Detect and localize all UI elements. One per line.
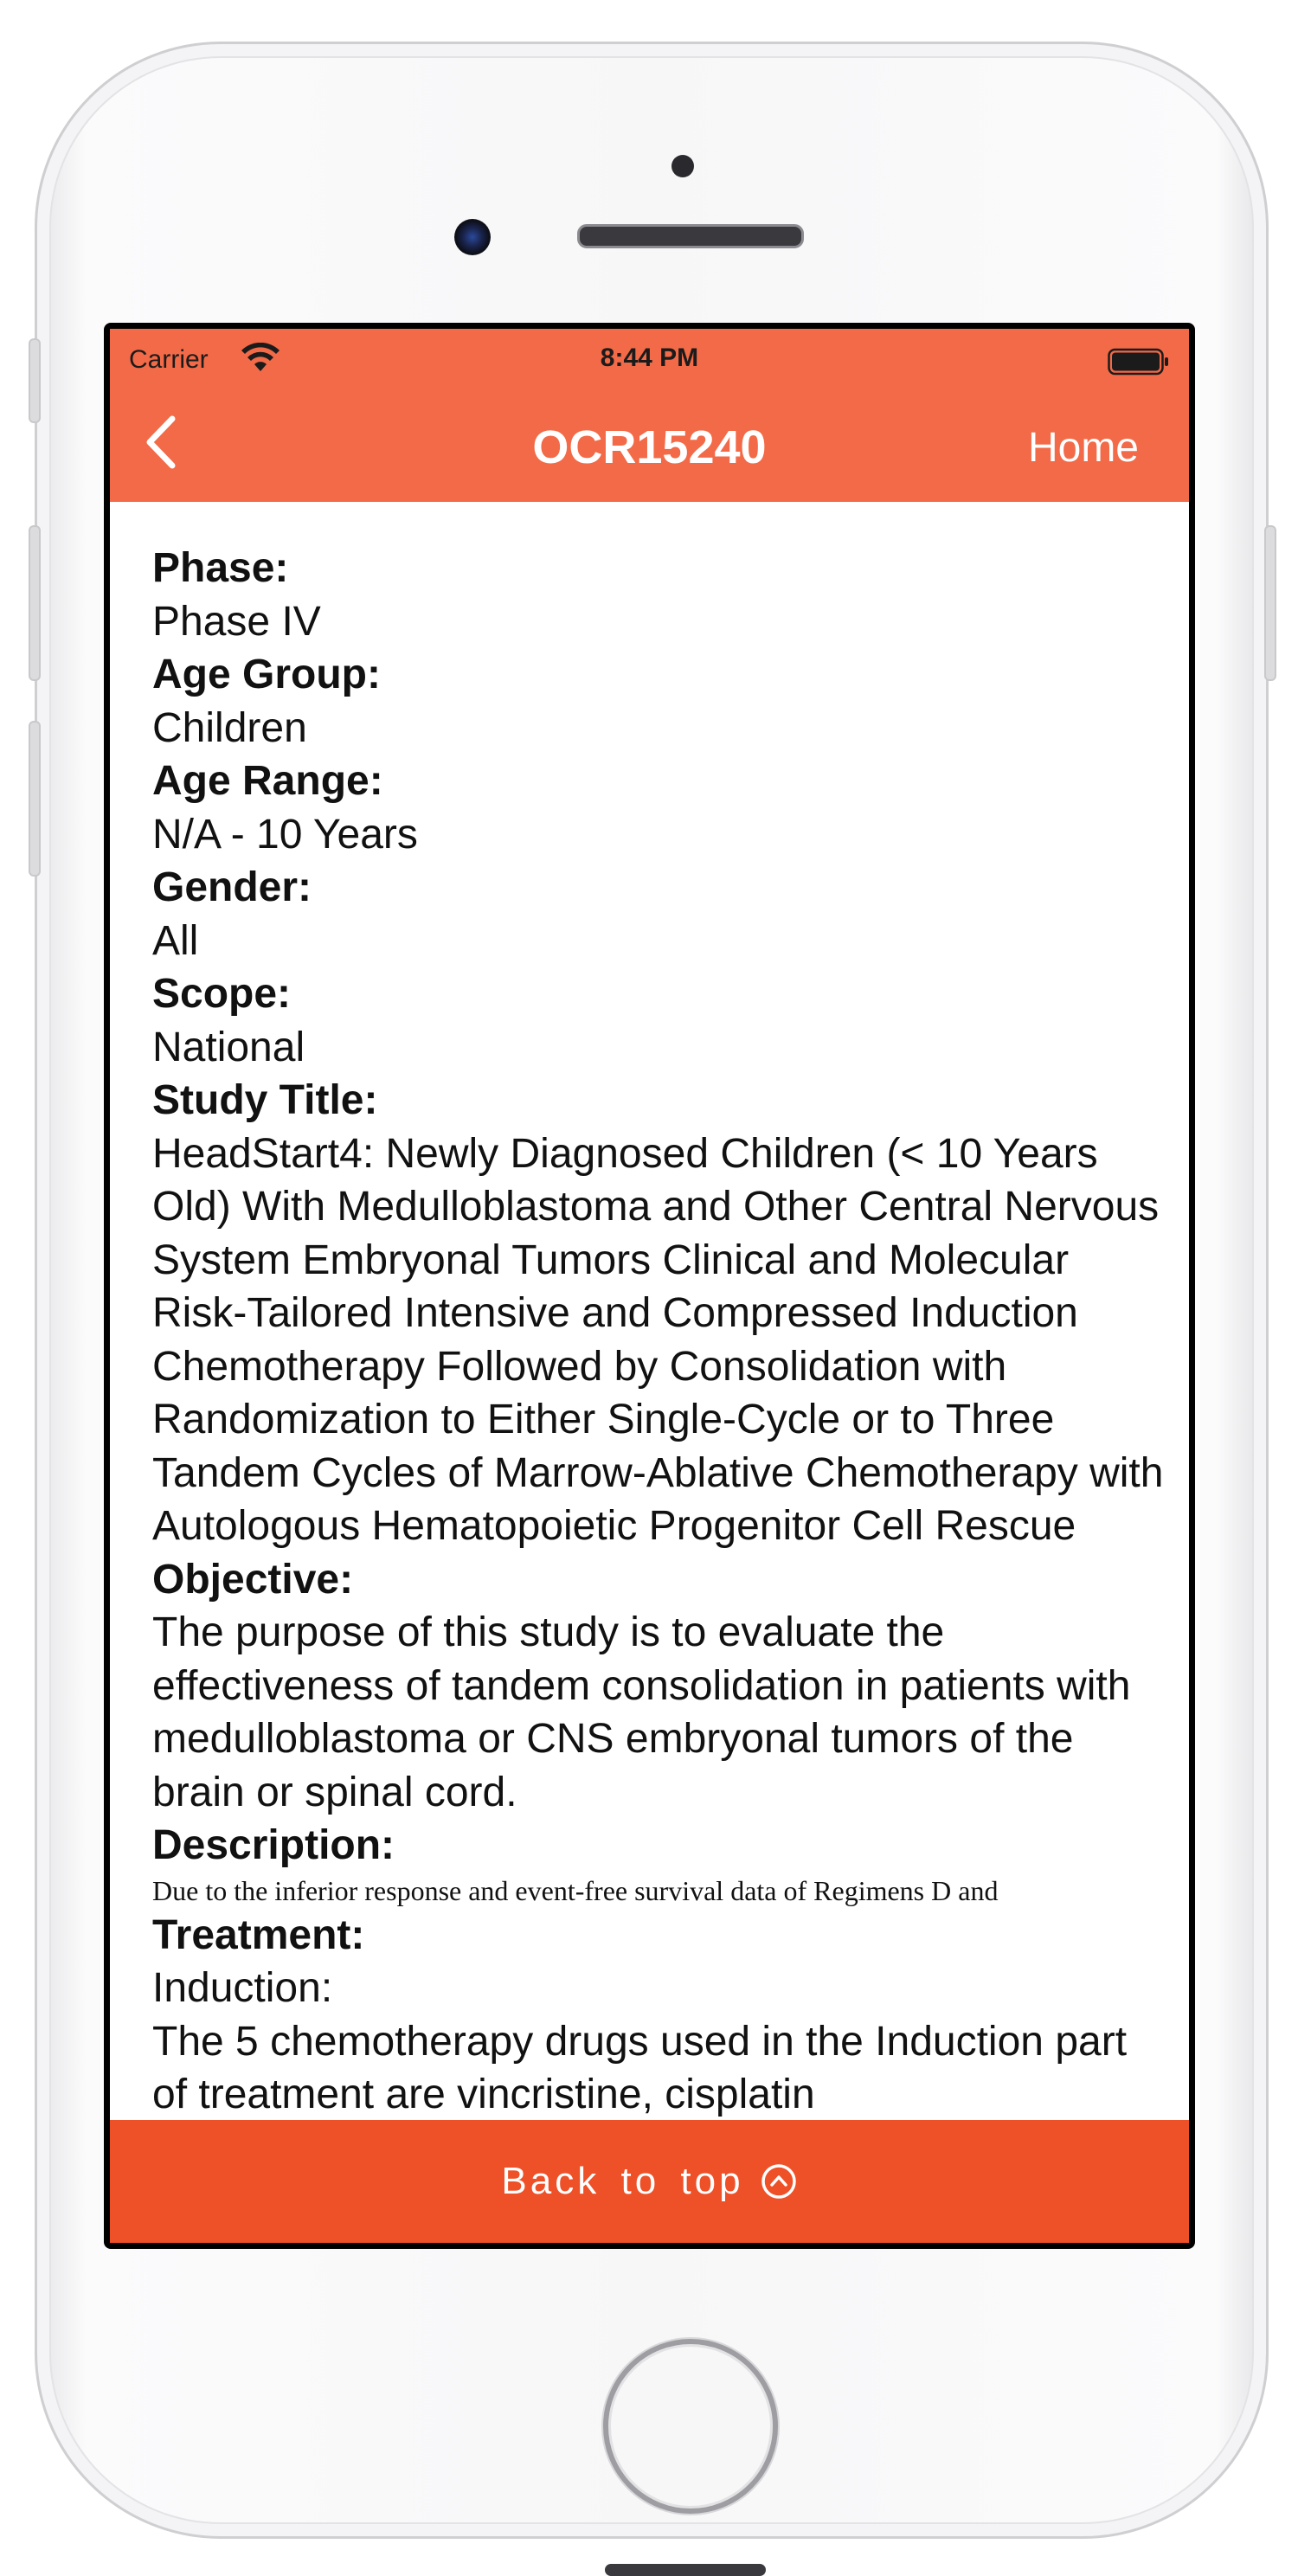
description-value: Due to the inferior response and event-f… [152, 1874, 999, 1906]
study-title-value: HeadStart4: Newly Diagnosed Children (< … [152, 1130, 1164, 1550]
scope-label: Scope: [152, 971, 292, 1017]
phase-label: Phase: [152, 545, 289, 591]
home-nav-button[interactable]: Home [1028, 424, 1139, 472]
volume-down-button [29, 721, 41, 877]
age-group-value: Children [152, 704, 307, 751]
proximity-sensor [671, 155, 694, 177]
treatment-continued-text: The 5 chemotherapy drugs used in the Ind… [152, 2018, 1128, 2118]
treatment-label: Treatment: [152, 1911, 365, 1958]
objective-label: Objective: [152, 1556, 354, 1603]
phase-value: Phase IV [152, 598, 321, 645]
study-title-label: Study Title: [152, 1077, 378, 1123]
bottom-edge [605, 2564, 766, 2576]
detail-body: Phase: Phase IV Age Group: Children Age … [152, 542, 1165, 2120]
status-time: 8:44 PM [600, 344, 699, 372]
volume-up-button [29, 525, 41, 681]
description-label: Description: [152, 1822, 395, 1868]
age-range-label: Age Range: [152, 758, 383, 804]
treatment-value: Induction: [152, 1965, 333, 2011]
back-to-top-button[interactable]: Back to top [110, 2120, 1189, 2243]
navigation-bar: OCR15240 Home [110, 386, 1189, 502]
mute-switch [29, 338, 41, 423]
chevron-up-circle-icon [761, 2164, 796, 2199]
scope-value: National [152, 1024, 305, 1070]
battery-icon [1108, 348, 1168, 376]
earpiece-speaker [577, 224, 804, 248]
gender-label: Gender: [152, 864, 312, 910]
page-title: OCR15240 [532, 421, 767, 473]
age-range-value: N/A - 10 Years [152, 811, 418, 858]
app-screen: Carrier 8:44 PM OCR15240 Home Phase: Pha… [110, 329, 1189, 2243]
back-to-top-label: Back to top [501, 2160, 744, 2202]
objective-value: The purpose of this study is to evaluate… [152, 1609, 1131, 1815]
detail-content[interactable]: Phase: Phase IV Age Group: Children Age … [110, 502, 1189, 2120]
gender-value: All [152, 917, 199, 964]
power-button [1264, 525, 1276, 681]
age-group-label: Age Group: [152, 652, 381, 697]
home-button[interactable] [603, 2339, 778, 2514]
front-camera-icon [454, 219, 491, 255]
status-bar: Carrier 8:44 PM [110, 329, 1189, 386]
app-header: Carrier 8:44 PM OCR15240 Home [110, 329, 1189, 502]
screen: Carrier 8:44 PM OCR15240 Home Phase: Pha… [104, 323, 1195, 2249]
